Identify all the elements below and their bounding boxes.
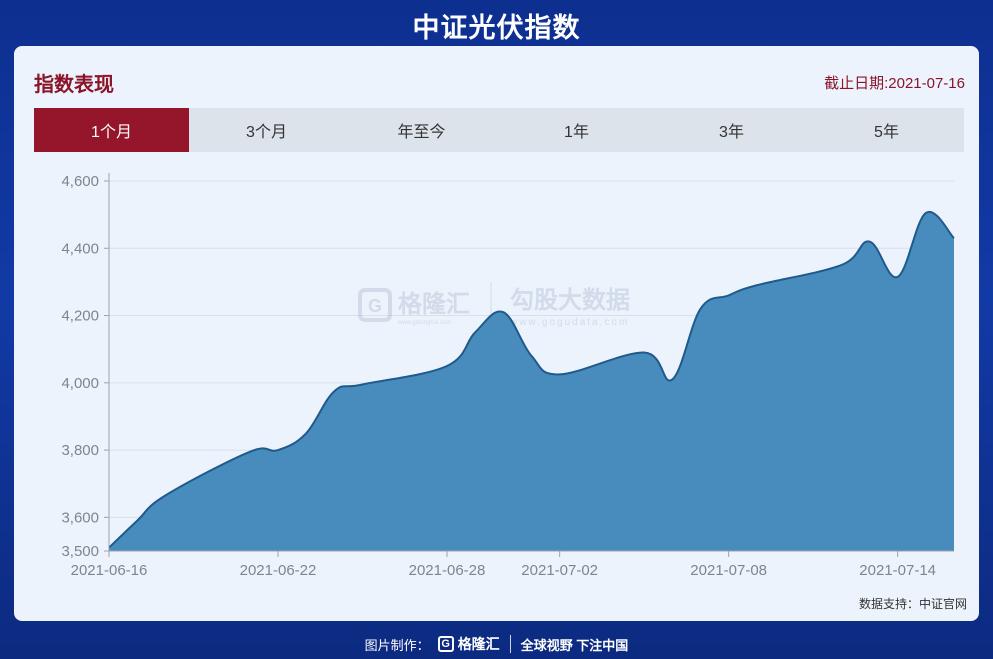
x-tick-label: 2021-06-28 [409, 562, 486, 579]
watermark-brand: 格隆汇 [398, 290, 470, 318]
watermark-partner: 勾股大数据 [510, 287, 630, 314]
x-tick-label: 2021-07-14 [859, 562, 936, 579]
made-by-label: 图片制作： [364, 637, 430, 653]
footer-divider [509, 635, 511, 653]
watermark-partner-url: www.gogudata.com [509, 317, 629, 328]
data-source: 数据支持：中证官网 [858, 597, 967, 611]
y-axis-ticks: 3,500 3,600 3,800 4,000 4,200 4,400 4,600 [61, 173, 109, 560]
x-axis-ticks: 2021-06-16 2021-06-22 2021-06-28 2021-07-02… [71, 551, 936, 579]
watermark-brand-url: www.gelonghui.com [397, 320, 451, 326]
y-tick-label: 3,800 [61, 442, 99, 459]
page-title: 中证光伏指数 [412, 13, 581, 43]
gelonghui-logo-icon: G [437, 636, 454, 652]
footer-brand: 格隆汇 [457, 636, 500, 652]
watermark-logo-letter: G [368, 296, 382, 316]
series-area [109, 211, 954, 551]
x-tick-label: 2021-06-16 [71, 562, 148, 579]
index-performance-card: 指数表现 截止日期:2021-07-16 1个月 3个月 年至今 1年 3年 5… [14, 46, 979, 621]
y-tick-label: 4,600 [61, 173, 99, 190]
x-tick-label: 2021-06-22 [240, 562, 317, 579]
y-tick-label: 3,600 [61, 509, 99, 526]
y-tick-label: 3,500 [61, 543, 99, 560]
y-tick-label: 4,000 [61, 375, 99, 392]
x-tick-label: 2021-07-08 [690, 562, 767, 579]
x-tick-label: 2021-07-02 [521, 562, 598, 579]
footer-slogan: 全球视野 下注中国 [520, 637, 629, 653]
y-tick-label: 4,200 [61, 308, 99, 325]
y-tick-label: 4,400 [61, 240, 99, 257]
index-area-chart: G 格隆汇 www.gelonghui.com 勾股大数据 www.goguda… [61, 173, 955, 579]
footer: 图片制作： G 格隆汇 全球视野 下注中国 [0, 631, 993, 657]
